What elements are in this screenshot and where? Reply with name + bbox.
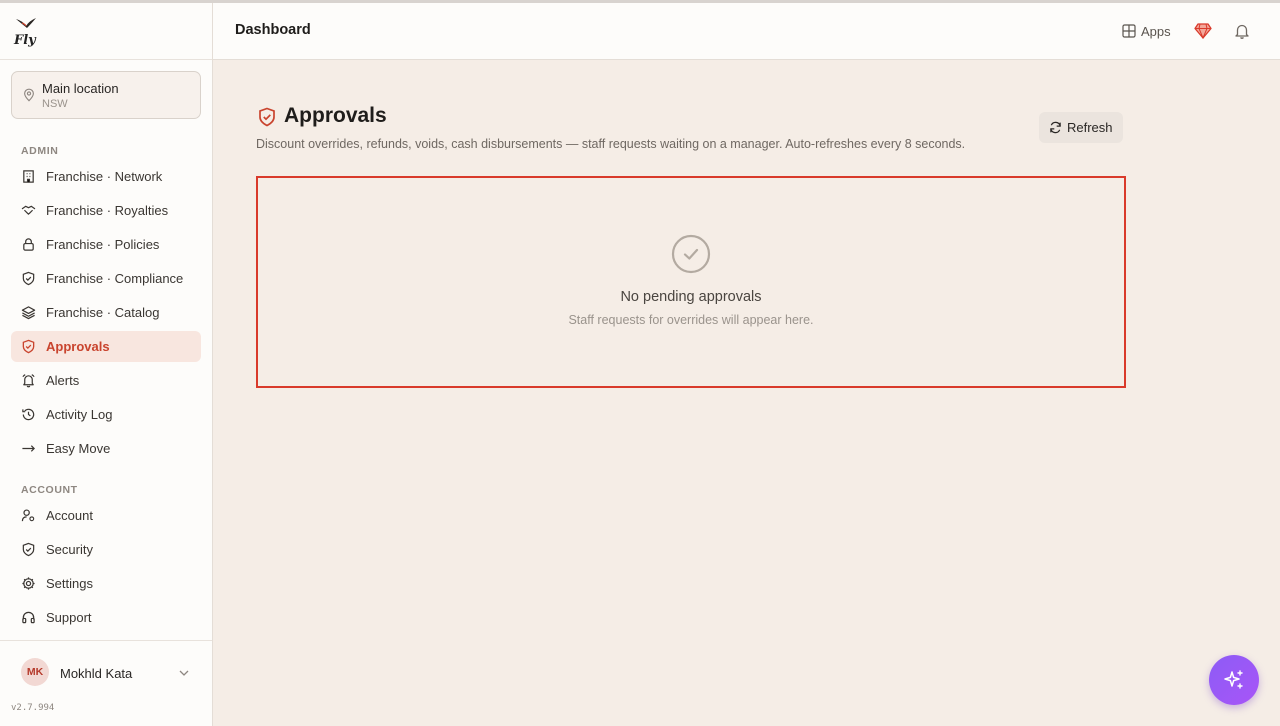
grid-icon <box>1122 24 1136 38</box>
refresh-label: Refresh <box>1067 120 1113 135</box>
sidebar-item-support[interactable]: Support <box>11 602 201 633</box>
map-pin-icon <box>24 88 34 102</box>
ai-assistant-button[interactable] <box>1209 655 1259 705</box>
sidebar-item-account[interactable]: Account <box>11 500 201 531</box>
avatar: MK <box>21 658 49 686</box>
sidebar-item-label: Support <box>46 610 92 625</box>
user-cog-icon <box>21 509 35 522</box>
history-icon <box>22 408 35 421</box>
layers-icon <box>21 306 36 320</box>
user-name: Mokhld Kata <box>60 666 133 681</box>
sidebar-item-settings[interactable]: Settings <box>11 568 201 599</box>
sidebar-item-label: Franchise · Catalog <box>46 305 160 320</box>
sidebar-item-label: Account <box>46 508 93 523</box>
shield-check-icon <box>22 271 35 286</box>
approvals-heading: Approvals <box>284 104 387 127</box>
sidebar-item-label: Franchise · Compliance <box>46 271 184 286</box>
sidebar-item-label: Approvals <box>46 339 110 354</box>
sidebar-item-franchise-policies[interactable]: Franchise · Policies <box>11 229 201 260</box>
sidebar-item-franchise-royalties[interactable]: Franchise · Royalties <box>11 195 201 226</box>
app-version: v2.7.994 <box>11 703 55 713</box>
headset-icon <box>22 611 35 624</box>
arrow-right-icon <box>22 445 35 452</box>
apps-label: Apps <box>1141 24 1171 39</box>
logo-text: Fly <box>14 33 36 48</box>
sidebar-item-label: Security <box>46 542 93 557</box>
location-region: NSW <box>42 98 68 110</box>
bell-icon <box>22 374 35 388</box>
sidebar-item-franchise-catalog[interactable]: Franchise · Catalog <box>11 297 201 328</box>
sidebar-item-easy-move[interactable]: Easy Move <box>11 433 201 464</box>
handshake-icon <box>21 205 36 215</box>
sidebar-item-franchise-compliance[interactable]: Franchise · Compliance <box>11 263 201 294</box>
sidebar-item-approvals[interactable]: Approvals <box>11 331 201 362</box>
sidebar: Fly Main location NSW ADMIN Franchise · … <box>0 3 213 726</box>
gear-icon <box>22 577 35 590</box>
sidebar-item-alerts[interactable]: Alerts <box>11 365 201 396</box>
sidebar-item-franchise-network[interactable]: Franchise · Network <box>11 161 201 192</box>
refresh-icon <box>1050 121 1061 134</box>
page-title: Dashboard <box>235 22 311 38</box>
sparkles-icon <box>1224 670 1243 689</box>
empty-state-panel: No pending approvals Staff requests for … <box>256 176 1126 388</box>
shield-check-icon <box>259 107 275 127</box>
location-name: Main location <box>42 81 119 96</box>
sidebar-item-label: Franchise · Network <box>46 169 163 184</box>
sidebar-divider <box>0 640 212 641</box>
sidebar-item-label: Settings <box>46 576 93 591</box>
sidebar-divider <box>0 59 212 60</box>
sidebar-item-label: Activity Log <box>46 407 113 422</box>
top-header: Dashboard Apps <box>213 3 1280 60</box>
building-icon <box>23 170 34 183</box>
check-circle-icon <box>671 234 711 274</box>
section-label-admin: ADMIN <box>21 145 59 157</box>
refresh-button[interactable]: Refresh <box>1039 112 1123 143</box>
section-label-account: ACCOUNT <box>21 484 78 496</box>
empty-state-subtitle: Staff requests for overrides will appear… <box>568 313 814 327</box>
chevron-down-icon <box>179 670 189 676</box>
sidebar-item-label: Easy Move <box>46 441 111 456</box>
location-selector[interactable]: Main location NSW <box>11 71 201 119</box>
sidebar-item-activity-log[interactable]: Activity Log <box>11 399 201 430</box>
sidebar-item-label: Franchise · Policies <box>46 237 160 252</box>
empty-state-title: No pending approvals <box>620 289 762 305</box>
shield-check-icon <box>22 339 35 354</box>
gem-icon[interactable] <box>1194 23 1212 39</box>
sidebar-item-security[interactable]: Security <box>11 534 201 565</box>
user-menu[interactable]: MK Mokhld Kata <box>10 657 200 689</box>
sidebar-item-label: Franchise · Royalties <box>46 203 169 218</box>
shield-icon <box>22 542 35 557</box>
notifications-bell-icon[interactable] <box>1234 22 1250 40</box>
lock-icon <box>23 238 34 251</box>
sidebar-item-label: Alerts <box>46 373 80 388</box>
approvals-description: Discount overrides, refunds, voids, cash… <box>256 137 966 151</box>
